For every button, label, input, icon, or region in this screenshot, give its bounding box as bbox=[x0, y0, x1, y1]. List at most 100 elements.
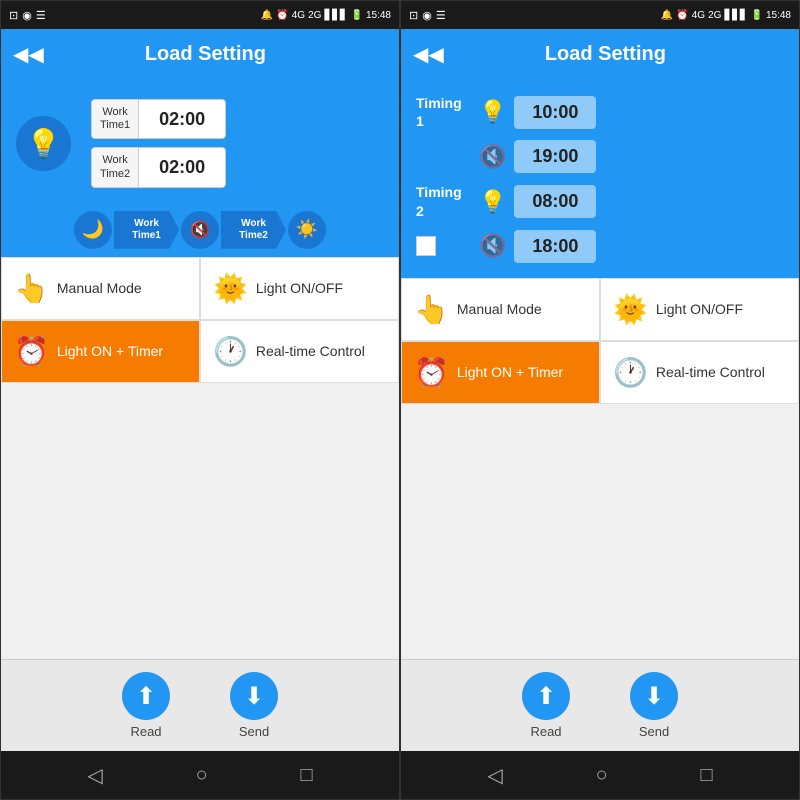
battery-icon: 🔋 bbox=[351, 10, 363, 21]
light-onoff-btn-left[interactable]: 🌞 Light ON/OFF bbox=[200, 257, 399, 320]
read-send-left: ⬆ Read ⬇ Send bbox=[1, 659, 399, 751]
mode-buttons-right: 👆 Manual Mode 🌞 Light ON/OFF ⏰ Light ON … bbox=[401, 278, 799, 404]
read-icon-left: ⬆ bbox=[122, 672, 170, 720]
send-btn-right[interactable]: ⬇ Send bbox=[630, 672, 678, 739]
manual-mode-label-right: Manual Mode bbox=[457, 301, 542, 317]
back-nav-right[interactable]: ◁ bbox=[487, 763, 502, 788]
realtime-btn-right[interactable]: 🕐 Real-time Control bbox=[600, 341, 799, 404]
work-time2-arrow[interactable]: WorkTime2 bbox=[221, 211, 286, 249]
work-time-value-1: 02:00 bbox=[139, 103, 225, 136]
hand-icon-right: 👆 bbox=[414, 293, 449, 326]
sun-spin-icon-left: 🌞 bbox=[213, 272, 248, 305]
light-onoff-label-right: Light ON/OFF bbox=[656, 301, 743, 317]
work-time1-arrow[interactable]: WorkTime1 bbox=[114, 211, 179, 249]
mode-buttons-left: 👆 Manual Mode 🌞 Light ON/OFF ⏰ Light ON … bbox=[1, 257, 399, 383]
timing1-on-row: Timing1 💡 10:00 bbox=[416, 94, 784, 130]
status-icon-r1: ⊡ bbox=[409, 9, 418, 22]
read-btn-right[interactable]: ⬆ Read bbox=[522, 672, 570, 739]
battery-icon-r: 🔋 bbox=[751, 10, 763, 21]
header-right: ◀◀ Load Setting bbox=[401, 29, 799, 79]
bulb-off-icon-t1: 🔇 bbox=[479, 144, 506, 170]
send-label-left: Send bbox=[239, 724, 269, 739]
back-button-left[interactable]: ◀◀ bbox=[13, 42, 44, 67]
time-right: 15:48 bbox=[766, 10, 791, 21]
status-icon-r3: ☰ bbox=[436, 9, 446, 22]
header-left: ◀◀ Load Setting bbox=[1, 29, 399, 79]
timing2-on-value[interactable]: 08:00 bbox=[514, 185, 596, 218]
realtime-btn-left[interactable]: 🕐 Real-time Control bbox=[200, 320, 399, 383]
left-phone-panel: ⊡ ◉ ☰ 🔔 ⏰ 4G 2G ▋▋▋ 🔋 15:48 ◀◀ Load Sett… bbox=[0, 0, 400, 800]
status-right-left: 🔔 ⏰ 4G 2G ▋▋▋ 🔋 15:48 bbox=[261, 10, 391, 21]
realtime-label-left: Real-time Control bbox=[256, 343, 365, 359]
light-onoff-label-left: Light ON/OFF bbox=[256, 280, 343, 296]
timing2-off-value[interactable]: 18:00 bbox=[514, 230, 596, 263]
alarm-icon-r: ⏰ bbox=[676, 10, 688, 21]
back-nav-left[interactable]: ◁ bbox=[87, 763, 102, 788]
read-icon-right: ⬆ bbox=[522, 672, 570, 720]
light-timer-label-left: Light ON + Timer bbox=[57, 343, 163, 359]
manual-mode-btn-left[interactable]: 👆 Manual Mode bbox=[1, 257, 200, 320]
signal-bars: ▋▋▋ bbox=[324, 10, 347, 21]
status-icon-r2: ◉ bbox=[422, 9, 432, 22]
bulb-off-icon-t2: 🔇 bbox=[479, 233, 506, 259]
light-timer-btn-left[interactable]: ⏰ Light ON + Timer bbox=[1, 320, 200, 383]
signal-icon: 🔔 bbox=[261, 10, 273, 21]
timer-sun-icon-right: ⏰ bbox=[414, 356, 449, 389]
moon-icon-btn[interactable]: 🌙 bbox=[74, 211, 112, 249]
signal-icon-r: 🔔 bbox=[661, 10, 673, 21]
status-right-right: 🔔 ⏰ 4G 2G ▋▋▋ 🔋 15:48 bbox=[661, 10, 791, 21]
work-time-field-2[interactable]: WorkTime2 02:00 bbox=[91, 147, 226, 187]
status-icon-2: ◉ bbox=[22, 9, 32, 22]
read-label-left: Read bbox=[130, 724, 161, 739]
alarm-icon: ⏰ bbox=[276, 10, 288, 21]
send-icon-right: ⬇ bbox=[630, 672, 678, 720]
bulb-on-icon-t1: 💡 bbox=[479, 99, 506, 125]
send-icon-left: ⬇ bbox=[230, 672, 278, 720]
status-bar-right: ⊡ ◉ ☰ 🔔 ⏰ 4G 2G ▋▋▋ 🔋 15:48 bbox=[401, 1, 799, 29]
work-time-field-1[interactable]: WorkTime1 02:00 bbox=[91, 99, 226, 139]
work-time-section: 💡 WorkTime1 02:00 WorkTime2 02:00 bbox=[1, 79, 399, 203]
time-left: 15:48 bbox=[366, 10, 391, 21]
timer-sun-icon-left: ⏰ bbox=[14, 335, 49, 368]
clock-icon-left: 🕐 bbox=[213, 335, 248, 368]
light-timer-label-right: Light ON + Timer bbox=[457, 364, 563, 380]
realtime-label-right: Real-time Control bbox=[656, 364, 765, 380]
timing2-checkbox[interactable] bbox=[416, 236, 436, 256]
read-label-right: Read bbox=[530, 724, 561, 739]
timing2-off-row: 🔇 18:00 bbox=[416, 230, 784, 263]
light-timer-btn-right[interactable]: ⏰ Light ON + Timer bbox=[401, 341, 600, 404]
recent-nav-left[interactable]: □ bbox=[300, 764, 312, 787]
timing1-on-value[interactable]: 10:00 bbox=[514, 96, 596, 129]
home-nav-right[interactable]: ○ bbox=[596, 764, 608, 787]
sun-icon-btn[interactable]: ☀️ bbox=[288, 211, 326, 249]
work-time-fields: WorkTime1 02:00 WorkTime2 02:00 bbox=[91, 99, 226, 188]
hand-icon-left: 👆 bbox=[14, 272, 49, 305]
read-btn-left[interactable]: ⬆ Read bbox=[122, 672, 170, 739]
manual-mode-btn-right[interactable]: 👆 Manual Mode bbox=[401, 278, 600, 341]
recent-nav-right[interactable]: □ bbox=[700, 764, 712, 787]
timing2-label: Timing2 bbox=[416, 183, 471, 219]
work-time-label-1: WorkTime1 bbox=[92, 100, 139, 138]
light-onoff-btn-right[interactable]: 🌞 Light ON/OFF bbox=[600, 278, 799, 341]
signal-bars-r: ▋▋▋ bbox=[724, 10, 747, 21]
bulb-icon-left: 💡 bbox=[16, 116, 71, 171]
send-btn-left[interactable]: ⬇ Send bbox=[230, 672, 278, 739]
timing1-off-row: 🔇 19:00 bbox=[416, 140, 784, 173]
timing1-label: Timing1 bbox=[416, 94, 471, 130]
back-button-right[interactable]: ◀◀ bbox=[413, 42, 444, 67]
home-nav-left[interactable]: ○ bbox=[196, 764, 208, 787]
page-title-left: Load Setting bbox=[54, 43, 357, 66]
bulb-on-icon-t2: 💡 bbox=[479, 189, 506, 215]
sun-spin-icon-right: 🌞 bbox=[613, 293, 648, 326]
timing1-off-value[interactable]: 19:00 bbox=[514, 140, 596, 173]
status-icon-1: ⊡ bbox=[9, 9, 18, 22]
nav-bar-left: ◁ ○ □ bbox=[1, 751, 399, 799]
mute-icon-btn[interactable]: 🔇 bbox=[181, 211, 219, 249]
timing2-label-spacer bbox=[416, 236, 471, 256]
timing2-on-row: Timing2 💡 08:00 bbox=[416, 183, 784, 219]
page-title-right: Load Setting bbox=[454, 43, 757, 66]
status-icon-3: ☰ bbox=[36, 9, 46, 22]
timing-section: Timing1 💡 10:00 🔇 19:00 Timing2 💡 08:00 … bbox=[401, 79, 799, 278]
mode-bar-left: 🌙 WorkTime1 🔇 WorkTime2 ☀️ bbox=[1, 203, 399, 257]
network-2g: 2G bbox=[308, 10, 321, 21]
